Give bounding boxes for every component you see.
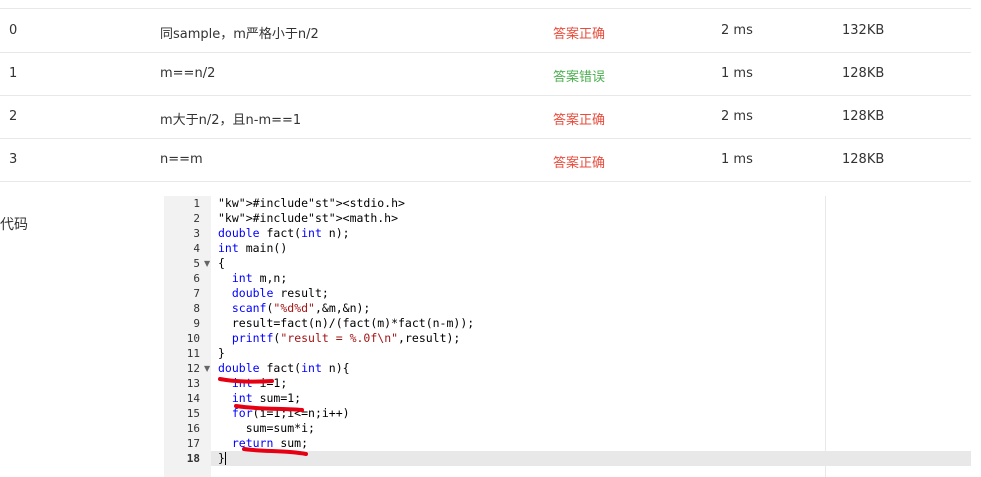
status-badge: 答案正确: [553, 113, 606, 128]
line-number: 15: [186, 407, 200, 420]
code-line: for(i=1;i<=n;i++): [231, 406, 350, 420]
code-line: }: [218, 346, 225, 360]
status-badge: 答案正确: [553, 27, 606, 42]
table-row: 3 n==m 答案正确 1 ms 128KB: [0, 138, 971, 182]
run-time: 1 ms: [721, 152, 753, 167]
line-number: 12: [186, 362, 200, 375]
code-line: }: [218, 451, 225, 465]
line-number: 13: [186, 377, 200, 390]
test-id: 2: [9, 109, 18, 124]
print-margin: [825, 196, 826, 477]
test-description: m大于n/2，且n-m==1: [160, 113, 302, 128]
line-number: 16: [186, 422, 200, 435]
code-line: {: [218, 256, 225, 270]
text-cursor: [225, 452, 226, 465]
code-line: result=fact(n)/(fact(m)*fact(n-m));: [218, 316, 475, 330]
test-id: 1: [9, 66, 18, 81]
fold-arrow-icon[interactable]: ▼: [204, 361, 210, 376]
line-number: 4: [193, 242, 200, 255]
code-editor[interactable]: 1 2 3 4 5 ▼ 6 7 8 9 10 11 12 ▼ 13 14 15 …: [164, 196, 971, 477]
test-description: 同sample，m严格小于n/2: [160, 27, 319, 42]
status-badge: 答案正确: [553, 156, 606, 171]
test-description: m==n/2: [160, 66, 216, 81]
code-line: return sum;: [231, 436, 309, 450]
code-line: "kw">#include"st"><stdio.h>: [218, 196, 405, 210]
fold-arrow-icon[interactable]: ▼: [204, 256, 210, 271]
line-number-gutter: 1 2 3 4 5 ▼ 6 7 8 9 10 11 12 ▼ 13 14 15 …: [164, 196, 211, 477]
line-number: 9: [193, 317, 200, 330]
test-id: 3: [9, 152, 18, 167]
line-number: 14: [186, 392, 200, 405]
code-line: int m,n;: [231, 271, 288, 285]
code-line: int main(): [218, 241, 288, 255]
line-number: 18: [186, 452, 200, 465]
line-number: 8: [193, 302, 200, 315]
line-number: 10: [186, 332, 200, 345]
code-line: "kw">#include"st"><math.h>: [218, 211, 399, 225]
line-number: 5: [193, 257, 200, 270]
code-line: printf("result = %.0f\n",result);: [231, 331, 461, 345]
test-description: n==m: [160, 152, 203, 167]
code-line: scanf("%d%d",&m,&n);: [231, 301, 371, 315]
code-line: double result;: [231, 286, 329, 300]
memory-usage: 132KB: [842, 23, 885, 38]
code-line: int i=1;: [231, 376, 288, 390]
code-line: sum=sum*i;: [218, 421, 315, 435]
line-number: 11: [186, 347, 200, 360]
code-line: double fact(int n){: [218, 361, 350, 375]
memory-usage: 128KB: [842, 152, 885, 167]
line-number: 1: [193, 197, 200, 210]
code-text-area[interactable]: "kw">#include"st"><stdio.h> "kw">#includ…: [211, 196, 971, 477]
line-number: 2: [193, 212, 200, 225]
line-number: 6: [193, 272, 200, 285]
run-time: 1 ms: [721, 66, 753, 81]
test-id: 0: [9, 23, 18, 38]
line-number: 3: [193, 227, 200, 240]
run-time: 2 ms: [721, 23, 753, 38]
table-row: 2 m大于n/2，且n-m==1 答案正确 2 ms 128KB: [0, 95, 971, 139]
code-line: int sum=1;: [231, 391, 302, 405]
line-number: 7: [193, 287, 200, 300]
table-row: 1 m==n/2 答案错误 1 ms 128KB: [0, 52, 971, 96]
line-number: 17: [186, 437, 200, 450]
table-row: 0 同sample，m严格小于n/2 答案正确 2 ms 132KB: [0, 9, 971, 53]
memory-usage: 128KB: [842, 66, 885, 81]
code-line: double fact(int n);: [218, 226, 350, 240]
code-section-label: 代码: [0, 217, 28, 233]
status-badge: 答案错误: [553, 70, 606, 85]
run-time: 2 ms: [721, 109, 753, 124]
memory-usage: 128KB: [842, 109, 885, 124]
